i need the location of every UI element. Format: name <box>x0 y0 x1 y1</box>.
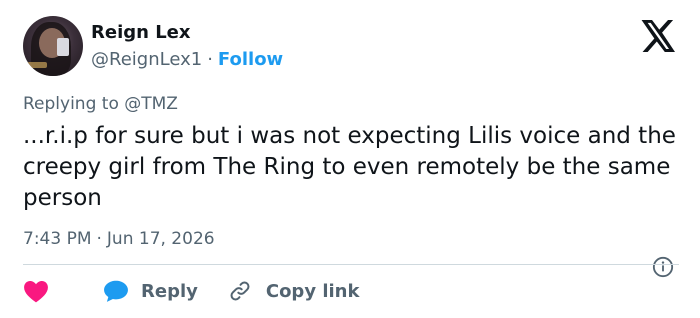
follow-button[interactable]: Follow <box>218 49 283 70</box>
avatar-background-light <box>27 62 47 68</box>
x-logo-icon[interactable] <box>641 20 677 52</box>
replying-to-prefix: Replying to <box>23 94 119 114</box>
handle-separator: · <box>207 49 213 70</box>
info-icon[interactable] <box>652 256 674 278</box>
replying-to-mention[interactable]: @TMZ <box>124 94 178 114</box>
tweet-text: ...r.i.p for sure but i was not expectin… <box>23 123 676 211</box>
reply-button[interactable]: Reply <box>49 279 198 303</box>
reply-label: Reply <box>141 280 198 302</box>
heart-icon[interactable] <box>23 279 49 303</box>
replying-to: Replying to @TMZ <box>23 94 178 114</box>
author-handle-row: @ReignLex1 · Follow <box>91 49 283 70</box>
tweet-date: Jun 17, 2026 <box>106 229 215 249</box>
tweet-time: 7:43 PM <box>23 229 92 249</box>
link-icon <box>230 281 250 301</box>
author-handle[interactable]: @ReignLex1 <box>91 49 202 70</box>
author-name[interactable]: Reign Lex <box>91 22 191 43</box>
divider <box>23 264 679 265</box>
copy-link-label: Copy link <box>265 280 360 302</box>
copy-link-button[interactable]: Copy link <box>198 279 360 303</box>
action-bar: Reply Copy link <box>23 276 359 306</box>
avatar[interactable] <box>23 16 83 76</box>
tweet-timestamp[interactable]: 7:43 PM · Jun 17, 2026 <box>23 229 215 249</box>
timestamp-separator: · <box>96 229 102 249</box>
reply-bubble-icon <box>104 280 128 302</box>
avatar-phone <box>57 38 69 56</box>
